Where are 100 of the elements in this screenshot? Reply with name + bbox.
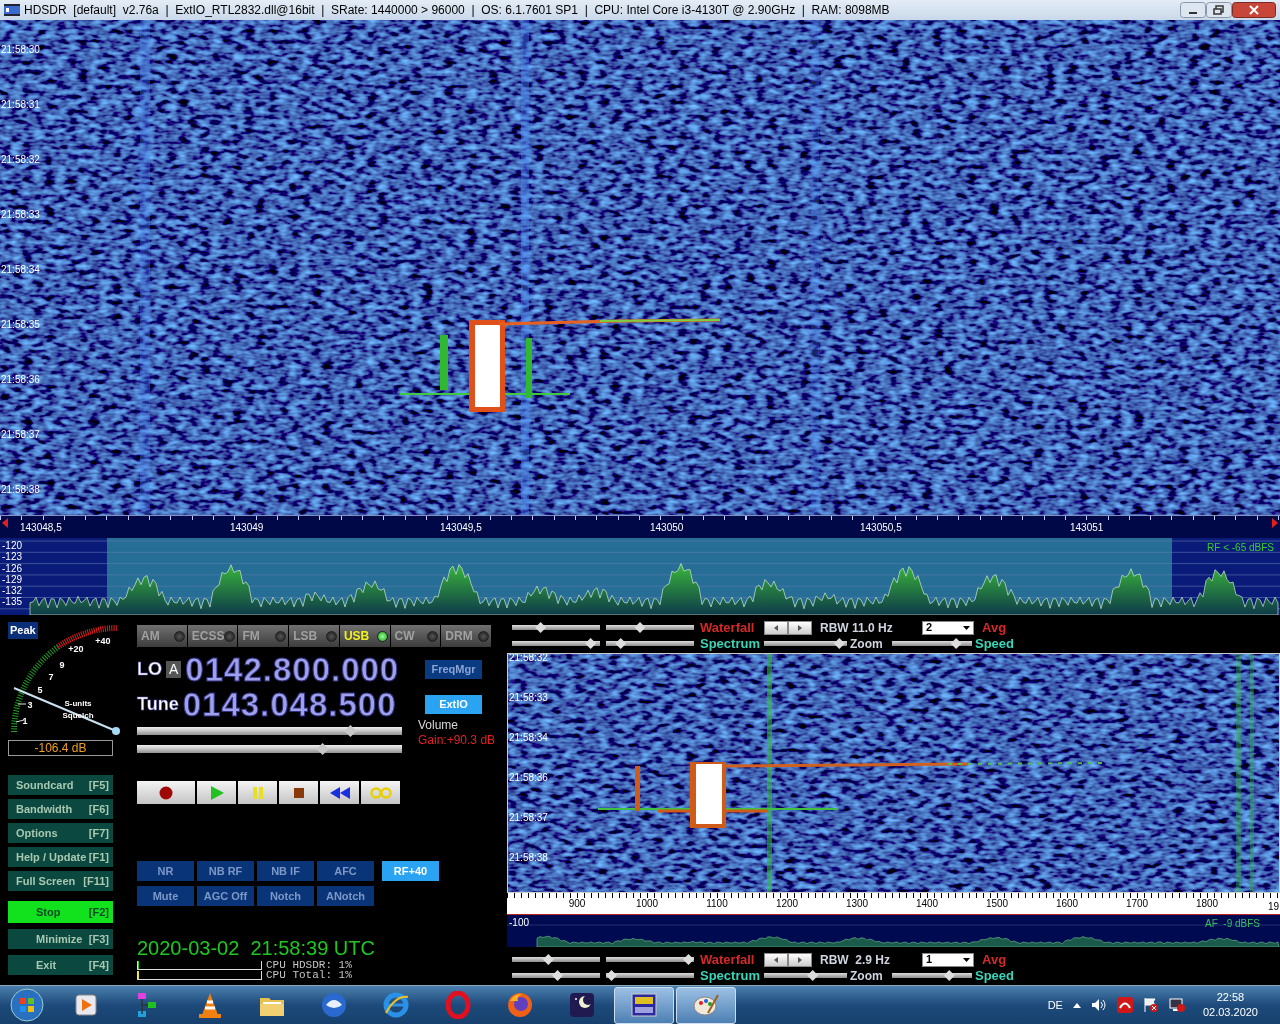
gain-label: Gain:+90.3 dB — [418, 733, 496, 748]
dsp-button[interactable]: Notch — [257, 886, 314, 906]
volume-slider[interactable] — [137, 725, 402, 737]
time-label: 21:58:37 — [509, 811, 548, 825]
mode-tab[interactable]: USB — [339, 625, 390, 647]
dsp-button[interactable]: ANotch — [317, 886, 374, 906]
scale-label: 1 — [22, 716, 28, 726]
play-icon — [209, 785, 224, 800]
rf-level-readout: RF < -65 dBFS — [1207, 541, 1274, 555]
dsp-button[interactable]: NB IF — [257, 861, 314, 881]
slider-thumb[interactable] — [807, 970, 819, 981]
slider-thumb[interactable] — [950, 638, 962, 649]
frequency-label: 143049 — [230, 522, 264, 533]
speaker-icon[interactable] — [1090, 998, 1107, 1012]
slider-thumb[interactable] — [634, 622, 646, 633]
scale-label: +40 — [95, 636, 111, 646]
indicator-icon — [376, 630, 388, 642]
time-label: 21:58:31 — [1, 98, 40, 112]
waterfall-label: Waterfall — [700, 950, 756, 969]
close-button[interactable] — [1232, 2, 1276, 18]
frequency-display[interactable]: 0143.048.500 — [182, 687, 397, 722]
slider-thumb[interactable] — [316, 743, 329, 755]
slider-thumb[interactable] — [344, 725, 357, 737]
function-button[interactable]: Bandwidth [F6] — [8, 799, 113, 819]
caret-icon — [963, 625, 970, 630]
language-indicator[interactable]: DE — [1047, 996, 1063, 1014]
step-right-button[interactable] — [788, 620, 812, 635]
function-button[interactable]: Stop [F2] — [8, 901, 113, 923]
stop-button[interactable] — [279, 781, 318, 804]
frequency-label: 143050,5 — [860, 522, 902, 533]
rbw-label: RBW 2.9 Hz — [820, 951, 891, 969]
dsp-button[interactable]: NR — [137, 861, 194, 881]
frequency-label: 1600 — [1055, 898, 1079, 909]
slider-thumb[interactable] — [833, 638, 845, 649]
slider-thumb[interactable] — [585, 638, 597, 649]
dsp-button[interactable]: Mute — [137, 886, 194, 906]
side-button[interactable]: FreqMgr — [425, 660, 482, 679]
step-left-button[interactable] — [764, 952, 788, 967]
function-button[interactable]: Exit [F4] — [8, 955, 113, 975]
step-right-button[interactable] — [788, 952, 812, 967]
function-button[interactable]: Help / Update [F1] — [8, 847, 113, 867]
waterfall-label: Waterfall — [700, 618, 756, 637]
frequency-label: 1200 — [775, 898, 799, 909]
time-label: 21:58:32 — [1, 153, 40, 167]
frequency-label: 1800 — [1195, 898, 1219, 909]
slider-thumb[interactable] — [606, 970, 617, 981]
record-button[interactable] — [137, 781, 195, 804]
vfo-indicator: A — [166, 661, 182, 678]
scroll-left-icon[interactable] — [2, 518, 8, 528]
taskbar-button[interactable] — [614, 986, 674, 1024]
slider-thumb[interactable] — [615, 638, 627, 649]
start-orb-icon — [10, 988, 44, 1022]
swirl-icon[interactable] — [1116, 997, 1133, 1013]
function-button[interactable]: Full Screen [F11] — [8, 871, 113, 891]
gain-slider[interactable] — [137, 743, 402, 755]
slider-thumb[interactable] — [535, 622, 547, 633]
time-label: 21:58:35 — [1, 318, 40, 332]
dsp-button[interactable]: AGC Off — [197, 886, 254, 906]
average-select[interactable]: 2 — [922, 620, 974, 635]
minimize-button[interactable] — [1180, 2, 1206, 18]
rbw-label: RBW 11.0 Hz — [820, 619, 894, 637]
average-label: Avg — [982, 950, 1008, 969]
dsp-button[interactable]: AFC — [317, 861, 374, 881]
scale-label: 9 — [59, 660, 65, 670]
speed-label: Speed — [975, 635, 1015, 653]
function-button[interactable]: Minimize [F3] — [8, 929, 113, 949]
slider-thumb[interactable] — [552, 970, 564, 981]
slider-thumb[interactable] — [943, 970, 955, 981]
af-level-readout: AF -9 dBFS — [1205, 917, 1260, 931]
step-right-icon — [798, 956, 802, 963]
flag-icon[interactable] — [1142, 997, 1159, 1013]
loop-icon — [369, 786, 392, 799]
function-button[interactable]: Soundcard [F5] — [8, 775, 113, 795]
dsp-button[interactable]: NB RF — [197, 861, 254, 881]
peak-button[interactable]: Peak — [8, 622, 38, 639]
frequency-display[interactable]: 0142.800.000 — [185, 652, 400, 687]
time-label: 21:58:30 — [1, 43, 40, 57]
window-title: HDSDR [default] v2.76a | ExtIO_RTL2832.dll@16bit | SRate: 1440000 > 96000 | OS: 6.1.7601 SP1 | CPU: Intel Core i3-4130T @ 2.90GHz | RAM: 8098MB — [24, 2, 891, 19]
scale-label: 7 — [48, 672, 54, 682]
slider-track[interactable] — [606, 970, 694, 981]
step-left-button[interactable] — [764, 620, 788, 635]
rewind-button[interactable] — [320, 781, 359, 804]
restore-button[interactable] — [1206, 2, 1232, 18]
average-select[interactable]: 1 — [922, 952, 974, 967]
pause-icon — [251, 786, 264, 799]
function-button[interactable]: Options [F7] — [8, 823, 113, 843]
scroll-right-icon[interactable] — [1272, 518, 1278, 528]
squelch-needle[interactable] — [13, 687, 120, 735]
record-icon — [159, 785, 173, 800]
slider-thumb[interactable] — [542, 954, 554, 965]
frequency-label: 143050 — [650, 522, 684, 533]
monitor-icon[interactable] — [1168, 997, 1185, 1013]
up-arrow-icon[interactable] — [1072, 1002, 1081, 1008]
scale-label: 5 — [37, 685, 43, 695]
frequency-label: Tune — [137, 693, 179, 716]
slider-track[interactable] — [606, 954, 694, 965]
clock-time[interactable]: 22:58 — [1216, 990, 1245, 1005]
speed-label: Speed — [975, 967, 1015, 985]
clock-date[interactable]: 02.03.2020 — [1202, 1005, 1258, 1020]
slider-thumb[interactable] — [683, 954, 694, 965]
